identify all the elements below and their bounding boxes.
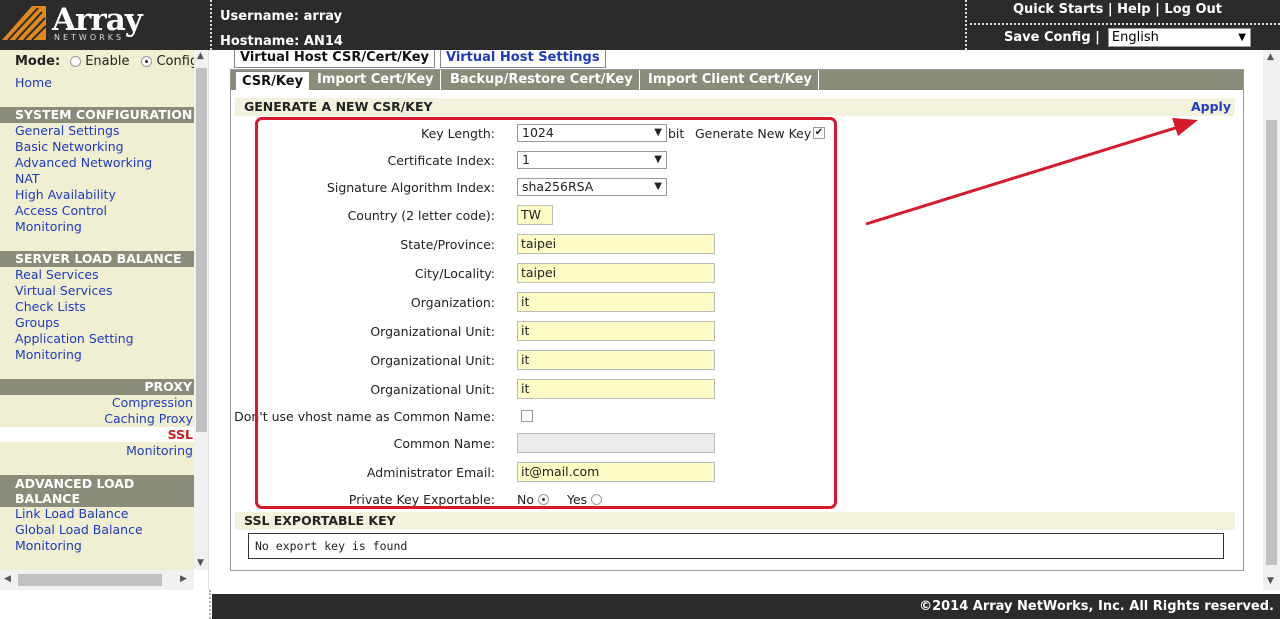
apply-button[interactable]: Apply: [1191, 98, 1231, 116]
log-out-link[interactable]: Log Out: [1164, 2, 1222, 17]
export-key-output: No export key is found: [248, 533, 1224, 559]
dropdown-arrow-icon: ▼: [1238, 32, 1246, 43]
mode-config-label: Config: [156, 54, 199, 69]
sidebar-nav: Mode: Enable Config Home SYSTEM CONFIGUR…: [0, 50, 198, 570]
sidebar-item-ssl[interactable]: SSL: [168, 427, 193, 442]
scroll-up-icon[interactable]: ▲: [197, 51, 204, 61]
header-divider: [210, 0, 212, 50]
sidebar-item-real-services[interactable]: Real Services: [15, 267, 99, 282]
section-advanced-load-balance: ADVANCED LOAD BALANCE: [0, 475, 194, 507]
language-value: English: [1111, 30, 1159, 45]
sidebar-item-access-control[interactable]: Access Control: [15, 203, 107, 218]
scroll-down-icon[interactable]: ▼: [197, 558, 204, 568]
tab-backup-restore-cert-key[interactable]: Backup/Restore Cert/Key: [444, 70, 640, 90]
copyright: ©2014 Array NetWorks, Inc. All Rights re…: [212, 594, 1280, 619]
quick-starts-link[interactable]: Quick Starts: [1013, 2, 1103, 17]
help-link[interactable]: Help: [1117, 2, 1150, 17]
active-item-highlight: [0, 427, 194, 442]
sidebar-item-caching-proxy[interactable]: Caching Proxy: [104, 411, 193, 426]
save-config-link[interactable]: Save Config: [1004, 30, 1091, 45]
sidebar-item-virtual-services[interactable]: Virtual Services: [15, 283, 113, 298]
sidebar-item-monitoring[interactable]: Monitoring: [15, 538, 82, 553]
tab-import-cert-key[interactable]: Import Cert/Key: [311, 70, 441, 90]
mode-selector: Mode: Enable Config: [15, 54, 198, 69]
logo-subtext: NETWORKS: [54, 33, 125, 42]
session-info: Username: array Hostname: AN14: [220, 4, 343, 54]
csr-panel: CSR/Key Import Cert/Key Backup/Restore C…: [230, 69, 1244, 571]
scroll-down-icon[interactable]: ▼: [1267, 576, 1274, 586]
sidebar-item-link-load-balance[interactable]: Link Load Balance: [15, 506, 128, 521]
generate-csr-heading: GENERATE A NEW CSR/KEY Apply: [235, 98, 1235, 116]
sidebar-vertical-scrollbar[interactable]: ▲ ▼: [194, 50, 208, 570]
username-label: Username: array: [220, 9, 343, 24]
scroll-left-icon[interactable]: ◀: [4, 574, 11, 584]
header-divider: [965, 0, 967, 50]
tab-virtual-host-settings[interactable]: Virtual Host Settings: [439, 50, 606, 68]
highlight-annotation-box: [255, 117, 837, 509]
header-divider: [970, 23, 1280, 25]
top-header: Array NETWORKS Username: array Hostname:…: [0, 0, 1280, 50]
sidebar-item-application-setting[interactable]: Application Setting: [15, 331, 134, 346]
top-links: Quick Starts | Help | Log Out: [1012, 2, 1222, 17]
sidebar-item-basic-networking[interactable]: Basic Networking: [15, 139, 124, 154]
mode-enable-radio[interactable]: [70, 56, 82, 67]
ssl-exportable-key-heading: SSL EXPORTABLE KEY: [235, 512, 1235, 530]
tab-import-client-cert-key[interactable]: Import Client Cert/Key: [642, 70, 819, 90]
footer: ©2014 Array NetWorks, Inc. All Rights re…: [0, 590, 1280, 619]
sidebar: Mode: Enable Config Home SYSTEM CONFIGUR…: [0, 50, 209, 590]
sidebar-item-high-availability[interactable]: High Availability: [15, 187, 116, 202]
tab-csr-key[interactable]: CSR/Key: [235, 71, 311, 90]
sidebar-item-advanced-networking[interactable]: Advanced Networking: [15, 155, 152, 170]
scrollbar-thumb[interactable]: [18, 574, 162, 586]
section-title: GENERATE A NEW CSR/KEY: [244, 99, 433, 114]
sub-tabs: CSR/Key Import Cert/Key Backup/Restore C…: [231, 70, 1243, 90]
sidebar-item-monitoring[interactable]: Monitoring: [126, 443, 193, 458]
tab-virtual-host-csr-cert-key[interactable]: Virtual Host CSR/Cert/Key: [234, 50, 435, 68]
sidebar-horizontal-scrollbar[interactable]: ◀ ▶: [0, 570, 194, 590]
sidebar-item-compression[interactable]: Compression: [112, 395, 193, 410]
mode-label: Mode:: [15, 54, 61, 69]
section-system-configuration: SYSTEM CONFIGURATION: [0, 107, 194, 123]
main-content: Virtual Host CSR/Cert/Key Virtual Host S…: [210, 50, 1280, 590]
scrollbar-thumb[interactable]: [196, 68, 207, 432]
top-tabs: Virtual Host CSR/Cert/Key Virtual Host S…: [234, 50, 606, 68]
sidebar-item-groups[interactable]: Groups: [15, 315, 60, 330]
scrollbar-thumb[interactable]: [1266, 120, 1277, 565]
sidebar-item-monitoring[interactable]: Monitoring: [15, 347, 82, 362]
section-server-load-balance: SERVER LOAD BALANCE: [0, 251, 194, 267]
array-logo-icon: [2, 6, 46, 40]
content-vertical-scrollbar[interactable]: ▲ ▼: [1263, 50, 1280, 590]
sidebar-item-global-load-balance[interactable]: Global Load Balance: [15, 522, 143, 537]
footer-divider: [209, 590, 211, 619]
sidebar-item-home[interactable]: Home: [15, 75, 52, 90]
section-proxy: PROXY: [0, 379, 194, 395]
sidebar-item-check-lists[interactable]: Check Lists: [15, 299, 86, 314]
language-select[interactable]: English ▼: [1107, 28, 1251, 47]
sidebar-item-nat[interactable]: NAT: [15, 171, 40, 186]
mode-enable-label: Enable: [85, 54, 130, 69]
sidebar-item-general-settings[interactable]: General Settings: [15, 123, 120, 138]
scroll-up-icon[interactable]: ▲: [1267, 52, 1274, 62]
save-config-row: Save Config | English ▼: [1004, 28, 1251, 47]
scroll-right-icon[interactable]: ▶: [180, 574, 187, 584]
logo: Array NETWORKS: [0, 0, 210, 50]
sidebar-item-monitoring[interactable]: Monitoring: [15, 219, 82, 234]
mode-config-radio[interactable]: [141, 56, 153, 67]
